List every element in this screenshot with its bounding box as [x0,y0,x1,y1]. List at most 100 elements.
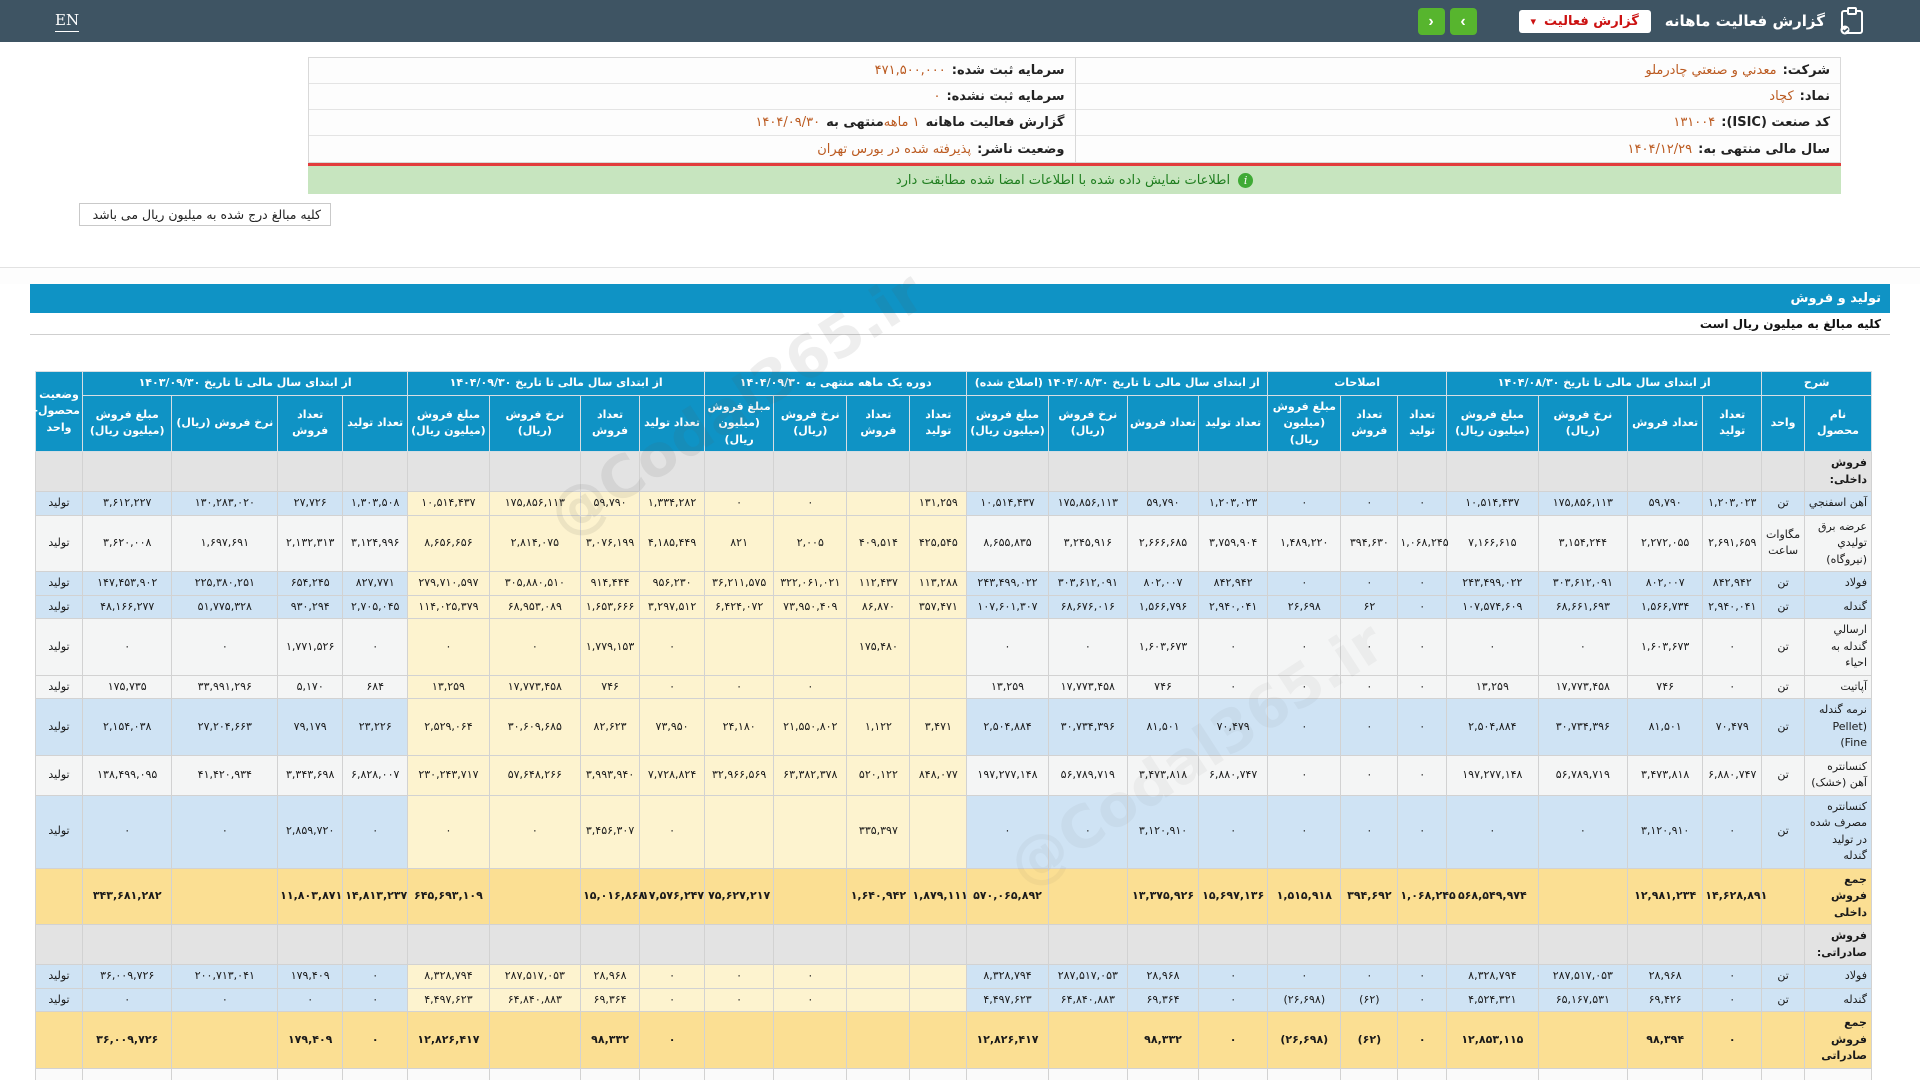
value-cell-g1f: ۱,۶۰۳,۶۷۳ [1628,619,1703,676]
value-cell-g1n [1538,1068,1627,1080]
value-cell-g6m: ۲,۱۵۴,۰۳۸ [82,699,171,756]
unit-cell [1762,1068,1805,1080]
value-cell-g1m: ۴,۵۲۴,۳۲۱ [1447,988,1539,1012]
value-cell-g1t: ۷۰,۴۷۹ [1703,699,1762,756]
english-language-link[interactable]: EN [55,11,79,32]
product-name-cell: فولاد [1804,572,1871,596]
value-cell-g2t: ۰ [1398,619,1447,676]
value-cell-g5f: ۱۵,۰۱۶,۸۶۸ [581,868,640,925]
value-cell-g4m [705,452,774,492]
value-cell-g3n [1048,925,1127,965]
column-header-sale-amount: مبلغ فروش (میلیون ریال) [1268,395,1341,452]
unit-cell: تن [1762,795,1805,868]
value-cell-g6t: ۶۸۴ [343,675,408,699]
report-period-length: ۱ ماهه [884,115,920,130]
value-cell-g6n [172,452,278,492]
next-report-button[interactable]: › [1450,8,1477,35]
production-sales-table: شرح از ابتدای سال مالی تا تاریخ ۱۴۰۴/۰۸/… [35,371,1872,1080]
value-cell-g1m [1447,925,1539,965]
value-cell-g4f [847,988,910,1012]
unit-cell: تن [1762,755,1805,795]
value-cell-g1f: ۸۱,۵۰۱ [1628,699,1703,756]
production-sales-table-body: فروش داخلی:آهن اسفنجيتن۱,۲۰۳,۰۲۳۵۹,۷۹۰۱۷… [36,452,1872,1080]
value-cell-g5f: ۱,۷۷۹,۱۵۳ [581,619,640,676]
unit-cell: تن [1762,675,1805,699]
group-header-description: شرح [1762,372,1872,396]
value-cell-g5f: ۵۹,۷۹۰ [581,492,640,516]
value-cell-g3n: ۱۷,۷۷۳,۴۵۸ [1048,675,1127,699]
value-cell-g5n [489,925,580,965]
value-cell-g5m: ۰ [408,619,489,676]
value-cell-g6n [172,1012,278,1069]
value-cell-g2f: ۰ [1341,675,1398,699]
company-info-card: شرکت: معدني و صنعتي چادرملو نماد: کچاد ک… [308,57,1841,163]
report-type-dropdown[interactable]: گزارش فعالیت ▾ [1519,10,1651,33]
report-period-row: گزارش فعالیت ماهانه ۱ ماهه منتهی به ۱۴۰۴… [309,110,1075,136]
value-cell-g3m [967,1068,1048,1080]
value-cell-g3t: ۶,۸۸۰,۷۴۷ [1199,755,1268,795]
value-cell-g2t: ۰ [1398,965,1447,989]
value-cell-g6m: ۱۷۵,۷۳۵ [82,675,171,699]
value-cell-g3n: ۰ [1048,795,1127,868]
value-cell-g5f: ۲۸,۹۶۸ [581,965,640,989]
prev-report-button[interactable]: ‹ [1418,8,1445,35]
product-name-cell: ارسالي گندله به احیاء [1804,619,1871,676]
column-header-qty-produced: تعداد تولید [1398,395,1447,452]
value-cell-g3m: ۱۹۷,۲۷۷,۱۴۸ [967,755,1048,795]
value-cell-g6f: ۲۷,۷۲۶ [278,492,343,516]
value-cell-g1m: ۷,۱۶۶,۶۱۵ [1447,515,1539,572]
value-cell-g4m: ۷۵,۶۲۷,۲۱۷ [705,868,774,925]
top-bar: گزارش فعالیت ماهانه گزارش فعالیت ▾ › ‹ E… [0,0,1920,42]
unit-cell [1762,452,1805,492]
value-cell-g3n: ۰ [1048,619,1127,676]
value-cell-g1t: ۰ [1703,988,1762,1012]
product-status-cell [36,925,83,965]
signature-notice-bar: i اطلاعات نمایش داده شده با اطلاعات امضا… [308,166,1841,194]
value-cell-g6f: ۰ [278,988,343,1012]
value-cell-g6f: ۱۷۹,۴۰۹ [278,1012,343,1069]
value-cell-g4t [910,619,967,676]
value-cell-g2f: ۰ [1341,492,1398,516]
value-cell-g3f: ۷۴۶ [1127,675,1198,699]
group-header-ytd-0830: از ابتدای سال مالی تا تاریخ ۱۴۰۴/۰۸/۳۰ [1447,372,1762,396]
value-cell-g4n [774,619,847,676]
value-cell-g6n: ۳۳,۹۹۱,۲۹۶ [172,675,278,699]
report-period-text: گزارش فعالیت ماهانه [926,115,1065,130]
value-cell-g6t [343,925,408,965]
value-cell-g4n [774,868,847,925]
value-cell-g3m [967,925,1048,965]
value-cell-g4n [774,925,847,965]
value-cell-g6n: ۵۱,۷۷۵,۳۲۸ [172,595,278,619]
report-type-dropdown-label: گزارش فعالیت [1544,14,1639,29]
product-status-cell [36,1012,83,1069]
value-cell-g2m: ۰ [1268,965,1341,989]
value-cell-g1f: ۷۴۶ [1628,675,1703,699]
value-cell-g3t: ۸۴۲,۹۴۲ [1199,572,1268,596]
value-cell-g3n: ۶۴,۸۴۰,۸۸۳ [1048,988,1127,1012]
table-row: فولادتن۰۲۸,۹۶۸۲۸۷,۵۱۷,۰۵۳۸,۳۲۸,۷۹۴۰۰۰۰۲۸… [36,965,1872,989]
value-cell-g5n: ۳۰۵,۸۸۰,۵۱۰ [489,572,580,596]
value-cell-g6n: ۰ [172,795,278,868]
product-name-cell: نرمه گندله (Pellet Fine) [1804,699,1871,756]
value-cell-g2f: ۳۹۴,۶۹۲ [1341,868,1398,925]
fiscal-year-value: ۱۴۰۴/۱۲/۲۹ [1628,142,1693,157]
value-cell-g5n: ۰ [489,619,580,676]
value-cell-g3n: ۱۷۵,۸۵۶,۱۱۳ [1048,492,1127,516]
value-cell-g5m: ۴,۴۹۷,۶۲۳ [408,988,489,1012]
value-cell-g2t: ۰ [1398,492,1447,516]
product-status-cell: تولید [36,595,83,619]
value-cell-g6m: ۱۴۷,۴۵۳,۹۰۲ [82,572,171,596]
value-cell-g5m: ۶۴۵,۶۹۳,۱۰۹ [408,868,489,925]
value-cell-g1m: ۱۹۷,۲۷۷,۱۴۸ [1447,755,1539,795]
value-cell-g4n [774,1068,847,1080]
value-cell-g4f [847,1012,910,1069]
product-status-cell: تولید [36,988,83,1012]
value-cell-g3t: ۰ [1199,795,1268,868]
total-row: جمع فروش داخلی۱۴,۶۲۸,۸۹۱۱۲,۹۸۱,۲۳۴۵۶۸,۵۴… [36,868,1872,925]
value-cell-g5t: ۹۵۶,۲۳۰ [640,572,705,596]
value-cell-g6m: ۳,۶۱۲,۲۲۷ [82,492,171,516]
company-value: معدني و صنعتي چادرملو [1645,63,1776,78]
value-cell-g5t [640,452,705,492]
value-cell-g2t [1398,452,1447,492]
value-cell-g6t: ۰ [343,795,408,868]
